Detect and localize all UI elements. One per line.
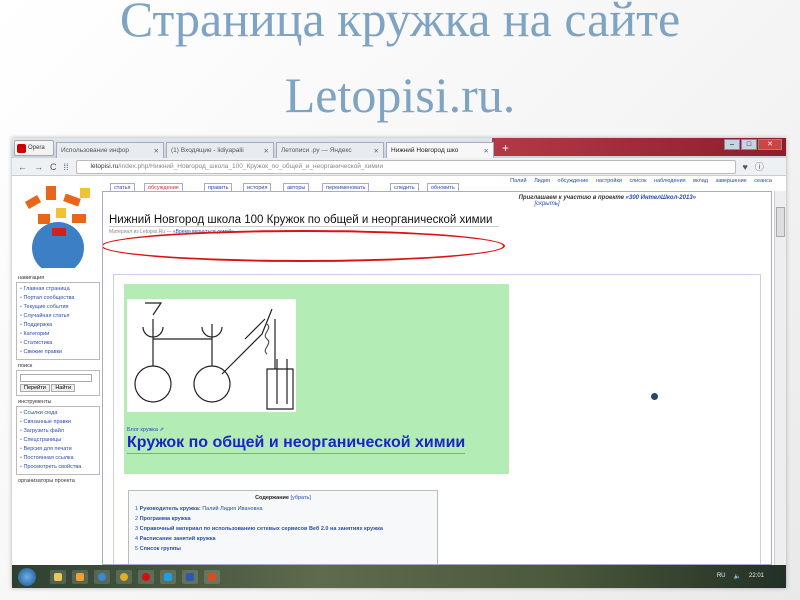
powerpoint-icon[interactable]: [204, 569, 220, 584]
url-domain: letopisi.ru: [90, 162, 119, 170]
url-input[interactable]: letopisi.ru/index.php/Нижний_Новгород_шк…: [75, 159, 736, 174]
tool-link[interactable]: Ссылки сюда: [20, 409, 96, 418]
circle-banner: Блог кружка ⇗ Кружок по общей и неоргани…: [124, 284, 509, 474]
article-content: Приглашаем к участию в проекте «300 Инте…: [102, 191, 772, 565]
search-title: поиск: [18, 363, 33, 369]
tool-link[interactable]: Постоянная ссылка: [20, 454, 96, 463]
toc-item[interactable]: 1 Руководитель кружка: Палий Лидия Ивано…: [135, 504, 431, 514]
heart-icon[interactable]: ♥: [743, 162, 748, 172]
opera-taskbar-icon[interactable]: [138, 569, 154, 584]
nav-title: навигация: [18, 275, 45, 281]
url-path: /index.php/Нижний_Новгород_школа_100_Кру…: [118, 162, 384, 170]
opera-icon: [17, 143, 26, 153]
speed-dial-icon[interactable]: ⁞⁞: [64, 162, 69, 172]
skype-icon[interactable]: [160, 569, 176, 584]
toc-item[interactable]: 4 Расписание занятий кружка: [135, 534, 431, 544]
organizers-title: организаторы проекта: [18, 478, 75, 484]
download-icon[interactable]: ⓘ: [755, 160, 764, 173]
browser-screenshot: Opera Использование инфор ✕ (1) Входящие …: [12, 138, 786, 588]
nav-link[interactable]: Категории: [20, 330, 96, 339]
word-icon[interactable]: [182, 569, 198, 584]
nav-link[interactable]: Свежие правки: [20, 348, 96, 357]
language-indicator[interactable]: RU: [717, 573, 726, 580]
browser-tab[interactable]: Летописи .ру — Яндекс ✕: [276, 142, 384, 158]
minimize-button[interactable]: –: [724, 139, 740, 150]
tool-link[interactable]: Версия для печати: [20, 445, 96, 454]
volume-icon[interactable]: 🔈: [734, 573, 741, 580]
tab-label: Использование инфор: [61, 147, 130, 154]
toc-item[interactable]: 3 Справочный материал по использованию с…: [135, 524, 431, 534]
slide-title-line1: Страница кружка на сайте: [119, 0, 681, 47]
explorer-icon[interactable]: [50, 569, 66, 584]
opera-menu-button[interactable]: Opera: [14, 140, 54, 156]
media-player-icon[interactable]: [72, 569, 88, 584]
find-button[interactable]: Найти: [51, 384, 76, 392]
ie-icon[interactable]: [94, 569, 110, 584]
toc-item[interactable]: 2 Программа кружка: [135, 514, 431, 524]
close-icon[interactable]: ✕: [154, 147, 159, 155]
tools-title: инструменты: [18, 399, 52, 405]
nav-link[interactable]: Случайная статья: [20, 312, 96, 321]
nav-link[interactable]: Поддержка: [20, 321, 96, 330]
clock[interactable]: 22:01: [749, 573, 764, 580]
forward-icon[interactable]: →: [34, 162, 43, 172]
blog-link[interactable]: Блог кружка ⇗: [127, 427, 164, 433]
tool-link[interactable]: Спецстраницы: [20, 436, 96, 445]
browser-tab[interactable]: (1) Входящие - lidiyapalii ✕: [166, 142, 274, 158]
chemistry-apparatus-image: [127, 299, 296, 412]
close-icon[interactable]: ✕: [484, 147, 489, 155]
toc-item[interactable]: 5 Список группы: [135, 544, 431, 554]
slide-title-line2: Letopisi.ru.: [284, 67, 516, 123]
browser-tab[interactable]: Использование инфор ✕: [56, 142, 164, 158]
circle-heading: Кружок по общей и неорганической химии: [127, 434, 466, 454]
user-links[interactable]: Палий Лидия обсуждение настройки список …: [510, 178, 772, 184]
system-tray: RU 🔈 22:01: [717, 573, 786, 580]
tab-label: (1) Входящие - lidiyapalii: [171, 147, 244, 154]
nav-link[interactable]: Статистика: [20, 339, 96, 348]
tab-bar: Opera Использование инфор ✕ (1) Входящие …: [12, 138, 786, 158]
go-button[interactable]: Перейти: [20, 384, 50, 392]
nav-link[interactable]: Портал сообщества: [20, 294, 96, 303]
opera-label: Opera: [28, 145, 45, 151]
hide-link[interactable]: [скрыть]: [323, 201, 771, 207]
chrome-icon[interactable]: [116, 569, 132, 584]
bullet-point: [651, 393, 658, 400]
scrollbar[interactable]: [774, 191, 786, 565]
maximize-button[interactable]: □: [741, 139, 757, 150]
nav-link[interactable]: Текущие события: [20, 303, 96, 312]
invite-link[interactable]: «300 ИнтелШкол-2013»: [626, 195, 696, 201]
page-title: Нижний Новгород школа 100 Кружок по обще…: [109, 214, 499, 227]
close-icon[interactable]: ✕: [264, 147, 269, 155]
browser-tab-active[interactable]: Нижний Новгород шко ✕: [386, 142, 494, 158]
scrollbar-thumb[interactable]: [776, 207, 785, 237]
search-input[interactable]: [20, 374, 92, 382]
reload-icon[interactable]: C: [50, 162, 57, 172]
tool-link[interactable]: Просмотреть свойства: [20, 463, 96, 472]
nav-link[interactable]: Главная страница: [20, 285, 96, 294]
back-icon[interactable]: ←: [18, 162, 27, 172]
close-window-button[interactable]: ✕: [758, 139, 782, 150]
sidebar: навигация Главная страница Портал сообще…: [16, 272, 100, 485]
highlight-ellipse: [103, 230, 505, 262]
page-tabs: статья обсуждение править история авторы…: [102, 178, 772, 192]
toc-hide-link[interactable]: [убрать]: [291, 495, 311, 501]
tool-link[interactable]: Связанные правки: [20, 418, 96, 427]
toc-title: Содержание: [255, 495, 289, 501]
taskbar: RU 🔈 22:01: [12, 565, 786, 588]
close-icon[interactable]: ✕: [374, 147, 379, 155]
table-of-contents: Содержание [убрать] 1 Руководитель кружк…: [128, 490, 438, 564]
address-bar-row: ← → C ⁞⁞ letopisi.ru/index.php/Нижний_Но…: [12, 158, 786, 176]
tool-link[interactable]: Загрузить файл: [20, 427, 96, 436]
start-button[interactable]: [18, 567, 36, 586]
wiki-logo: [24, 186, 90, 268]
tab-label: Летописи .ру — Яндекс: [281, 147, 352, 154]
tab-label: Нижний Новгород шко: [391, 147, 459, 154]
new-tab-button[interactable]: +: [502, 141, 509, 155]
